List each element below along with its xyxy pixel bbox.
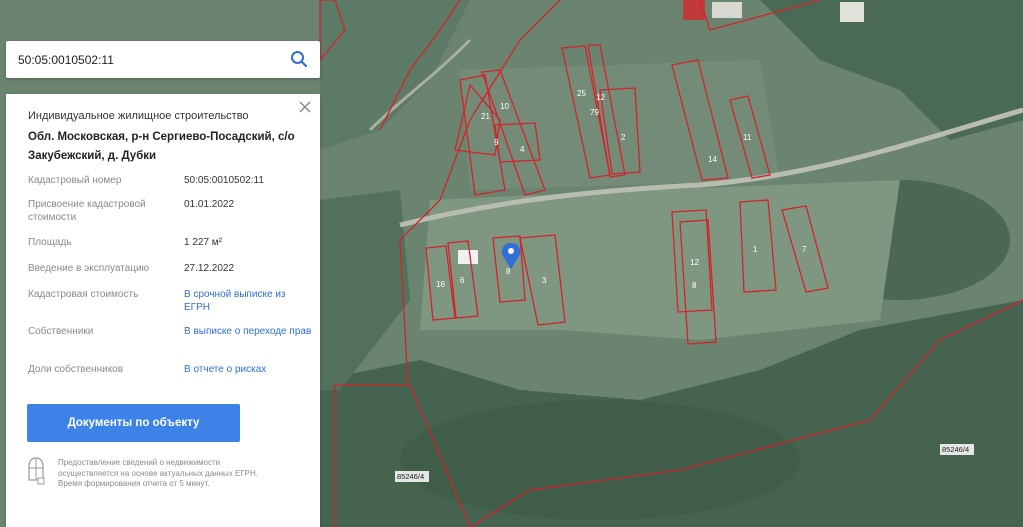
plot-label: 11 xyxy=(743,133,752,142)
row-label: Введение в эксплуатацию xyxy=(28,263,150,274)
road-label: 85246/4 xyxy=(942,445,969,454)
search-input[interactable] xyxy=(16,51,280,68)
owner-shares-link[interactable]: В отчете о рисках xyxy=(184,363,314,376)
plot-label: 10 xyxy=(500,102,509,111)
row-label: Доли собственников xyxy=(28,364,124,375)
plot-label: 8 xyxy=(692,281,697,290)
disclaimer-text: Предоставление сведений о недвижимости о… xyxy=(58,458,258,488)
plot-label: 6 xyxy=(460,276,465,285)
row-label: Собственники xyxy=(28,326,94,337)
plot-label: 8 xyxy=(506,267,511,276)
row-value: 1 227 м² xyxy=(184,237,223,248)
close-icon[interactable] xyxy=(298,100,312,114)
plot-label: 12 xyxy=(596,93,605,102)
row-label: Площадь xyxy=(28,237,72,248)
plot-label: 12 xyxy=(690,258,699,267)
plot-label: 4 xyxy=(520,145,525,154)
plot-label: 25 xyxy=(577,89,586,98)
plot-label: 7 xyxy=(802,245,807,254)
plot-label: 9 xyxy=(494,138,499,147)
row-value: 27.12.2022 xyxy=(184,263,235,274)
object-type: Индивидуальное жилищное строительство xyxy=(28,110,249,122)
object-address: Обл. Московская, р-н Сергиево-Посадский,… xyxy=(28,131,295,162)
row-label: Кадастровый номер xyxy=(28,175,122,186)
plot-label: 79 xyxy=(590,108,599,117)
row-value: 01.01.2022 xyxy=(184,199,235,210)
owners-link[interactable]: В выписке о переходе прав xyxy=(184,325,314,338)
row-label: Кадастровая стоимость xyxy=(28,289,139,300)
row-value: 50:05:0010502:11 xyxy=(184,175,264,186)
search-icon[interactable] xyxy=(290,50,308,68)
object-info-panel: Индивидуальное жилищное строительство Об… xyxy=(6,94,320,527)
cadastral-value-link[interactable]: В срочной выписке из ЕГРН xyxy=(184,288,314,314)
object-documents-button[interactable]: Документы по объекту xyxy=(27,404,240,442)
row-label: Присвоение кадастровой стоимости xyxy=(28,199,146,223)
plot-label: 21 xyxy=(481,112,490,121)
document-shield-icon xyxy=(28,457,45,485)
plot-label: 16 xyxy=(436,280,445,289)
plot-label: 1 xyxy=(753,245,758,254)
plot-label: 2 xyxy=(621,133,626,142)
plot-label: 3 xyxy=(542,276,547,285)
search-bar[interactable] xyxy=(6,41,320,78)
road-label: 85246/4 xyxy=(397,472,424,481)
plot-label: 14 xyxy=(708,155,717,164)
